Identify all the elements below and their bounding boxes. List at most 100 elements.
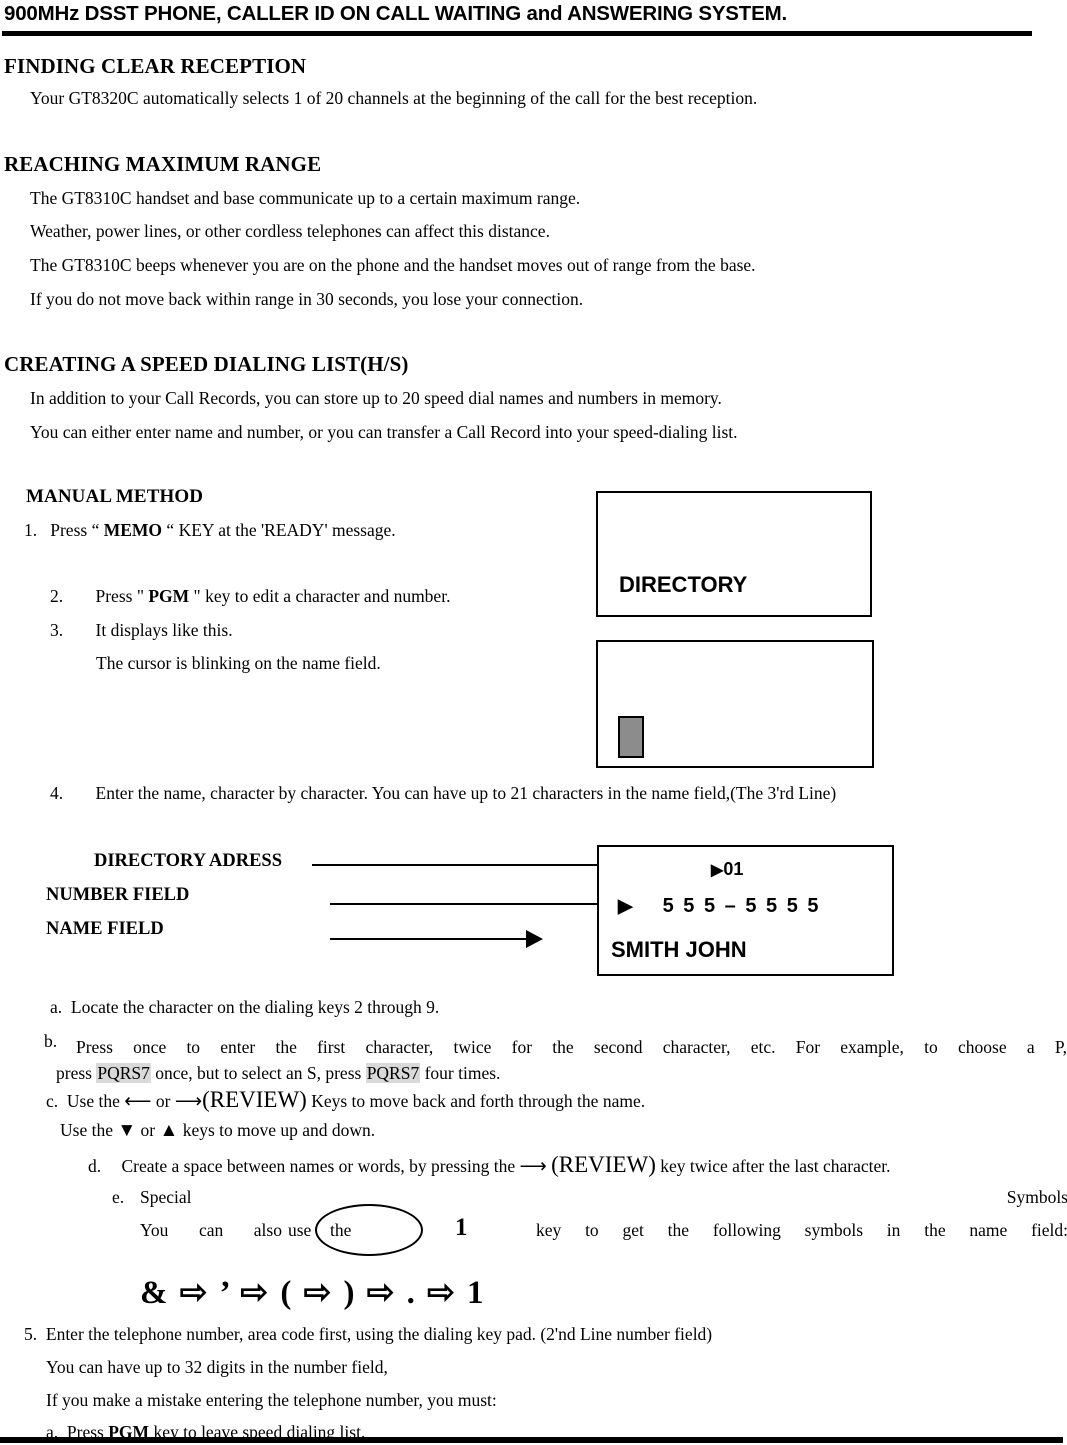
header-divider-rule: [2, 31, 1032, 36]
section-body-line: Your GT8320C automatically selects 1 of …: [30, 88, 758, 108]
word-following: following: [712, 1220, 781, 1240]
step-1-number: 1.: [24, 520, 38, 540]
special-symbols-sequence: & ⇨ ’ ⇨ ( ⇨ ) ⇨ . ⇨ 1: [140, 1275, 486, 1311]
substep-b-mid: once, but to select an S, press: [150, 1063, 366, 1083]
review-key-label: (REVIEW): [551, 1152, 656, 1177]
arrow-left-icon: ⟵: [124, 1091, 152, 1112]
substep-a-text: Locate the character on the dialing keys…: [70, 997, 440, 1017]
word-also: also: [253, 1220, 282, 1240]
step-1-post-text: “ KEY at the 'READY' message.: [162, 520, 396, 540]
substep-d: d. Create a space between names or words…: [88, 1152, 891, 1178]
section-heading-finding-clear-reception: FINDING CLEAR RECEPTION: [4, 54, 307, 78]
section-heading-reaching-maximum-range: REACHING MAXIMUM RANGE: [4, 152, 322, 176]
lcd-entry-number-row: ▶ 5 5 5 – 5 5 5 5: [618, 895, 821, 918]
step-5-line1: 5. Enter the telephone number, area code…: [24, 1324, 712, 1345]
manual-step-2: 2. Press " PGM " key to edit a character…: [50, 586, 450, 607]
step-2-pre-text: Press ": [95, 586, 149, 606]
callout-label-name-field: NAME FIELD: [46, 919, 164, 939]
substep-e-line2-right: key to get the following symbols in the …: [536, 1220, 1067, 1241]
section-body-line: In addition to your Call Records, you ca…: [30, 388, 722, 408]
step-1-pre-text: Press “: [50, 520, 104, 540]
lcd-screen-directory-entry: ▶01 ▶ 5 5 5 – 5 5 5 5 SMITH JOHN: [597, 845, 894, 976]
lcd-entry-number: 5 5 5 – 5 5 5 5: [662, 895, 821, 917]
pqrs7-key-highlight-2: PQRS7: [365, 1063, 421, 1083]
substep-e-line2-left: You can also: [140, 1220, 282, 1241]
substep-e-heading-row: Special Symbols: [140, 1187, 1067, 1208]
section-body-line: The GT8310C handset and base communicate…: [30, 188, 581, 208]
word-in: in: [886, 1220, 901, 1240]
section-body-line: If you do not move back within range in …: [30, 289, 584, 309]
arrow-right-icon: ⟶: [519, 1156, 547, 1177]
step-5-line2: You can have up to 32 digits in the numb…: [46, 1357, 388, 1377]
step-5-number: 5.: [24, 1324, 38, 1344]
word-field: field:: [1031, 1220, 1067, 1240]
callout-label-number-field: NUMBER FIELD: [46, 885, 190, 905]
step-3-number: 3.: [50, 620, 64, 640]
memo-key-label: MEMO: [103, 520, 163, 540]
substep-d-post: key twice after the last character.: [655, 1156, 891, 1176]
substep-c-post: Keys to move back and forth through the …: [306, 1091, 646, 1111]
substep-c-line2-post: keys to move up and down.: [178, 1120, 376, 1140]
lcd-directory-text: DIRECTORY: [619, 572, 748, 597]
substep-c-line2: Use the ▼ or ▲ keys to move up and down.: [60, 1120, 375, 1142]
word-key: key: [536, 1220, 562, 1240]
page-bottom-rule: [0, 1437, 1063, 1443]
substep-c-pre: Use the: [66, 1091, 125, 1111]
step-4-text: Enter the name, character by character. …: [95, 783, 837, 803]
substep-c-line2-mid: or: [136, 1120, 160, 1140]
leader-line-name-field: [330, 938, 528, 940]
lcd-index-marker-icon: ▶: [711, 862, 724, 879]
word-the-2: the: [667, 1220, 690, 1240]
word-to: to: [585, 1220, 599, 1240]
substep-c-mid: or: [151, 1091, 175, 1111]
word-the-3: the: [924, 1220, 946, 1240]
arrow-down-icon: ▼: [117, 1120, 137, 1141]
step-5-text: Enter the telephone number, area code fi…: [45, 1324, 713, 1344]
section-body-line: Weather, power lines, or other cordless …: [30, 221, 550, 241]
lcd-screen-directory: DIRECTORY: [596, 491, 872, 617]
manual-step-4: 4. Enter the name, character by characte…: [50, 783, 836, 804]
manual-step-3-subtext: The cursor is blinking on the name field…: [96, 653, 381, 673]
callout-label-directory-address: DIRECTORY ADRESS: [94, 851, 282, 871]
word-name: name: [969, 1220, 1008, 1240]
review-key-label: (REVIEW): [202, 1087, 307, 1112]
document-page: 900MHz DSST PHONE, CALLER ID ON CALL WAI…: [0, 0, 1067, 1445]
substep-e-left-word: Special: [140, 1187, 192, 1207]
substep-c-line1: c. Use the ⟵ or ⟶(REVIEW) Keys to move b…: [46, 1087, 645, 1113]
arrow-right-icon: ⟶: [174, 1091, 203, 1112]
leader-line-number-field: [330, 903, 602, 905]
step-2-post-text: " key to edit a character and number.: [189, 586, 451, 606]
document-header-title: 900MHz DSST PHONE, CALLER ID ON CALL WAI…: [4, 2, 787, 25]
key-1-label: 1: [455, 1214, 468, 1241]
step-4-number: 4.: [50, 783, 64, 803]
leader-line-directory-address: [312, 864, 602, 866]
substep-a-marker: a.: [50, 997, 63, 1017]
substep-b-post: four times.: [420, 1063, 501, 1083]
step-5-line3: If you make a mistake entering the telep…: [46, 1390, 497, 1410]
word-symbols: symbols: [804, 1220, 864, 1240]
substep-b-text-line2: press PQRS7 once, but to select an S, pr…: [56, 1063, 500, 1084]
step-2-number: 2.: [50, 586, 64, 606]
substep-c-line2-pre: Use the: [60, 1120, 118, 1140]
pqrs7-key-highlight-1: PQRS7: [96, 1063, 151, 1083]
lcd-screen-cursor: [596, 640, 874, 768]
substep-d-marker: d.: [88, 1156, 102, 1176]
section-heading-creating-speed-dialing-list: CREATING A SPEED DIALING LIST(H/S): [4, 352, 409, 376]
blinking-cursor-block: [618, 716, 644, 758]
manual-method-heading: MANUAL METHOD: [26, 486, 204, 507]
leader-arrowhead-name-field: [526, 930, 543, 948]
arrow-up-icon: ▲: [159, 1120, 179, 1141]
substep-a: a. Locate the character on the dialing k…: [50, 997, 439, 1018]
substep-e-right-word: Symbols: [1006, 1187, 1067, 1207]
substep-b-marker: b.: [44, 1031, 58, 1051]
callout-ellipse-key-1: [315, 1204, 423, 1256]
section-body-line: You can either enter name and number, or…: [30, 422, 738, 442]
lcd-entry-index: ▶01: [711, 859, 744, 879]
word-you: You: [140, 1220, 169, 1240]
substep-e-marker: e.: [112, 1187, 125, 1207]
lcd-number-marker-icon: ▶: [618, 896, 633, 917]
substep-d-pre: Create a space between names or words, b…: [121, 1156, 520, 1176]
pgm-key-label: PGM: [148, 586, 190, 606]
lcd-entry-name: SMITH JOHN: [611, 937, 747, 962]
word-can: can: [198, 1220, 224, 1240]
